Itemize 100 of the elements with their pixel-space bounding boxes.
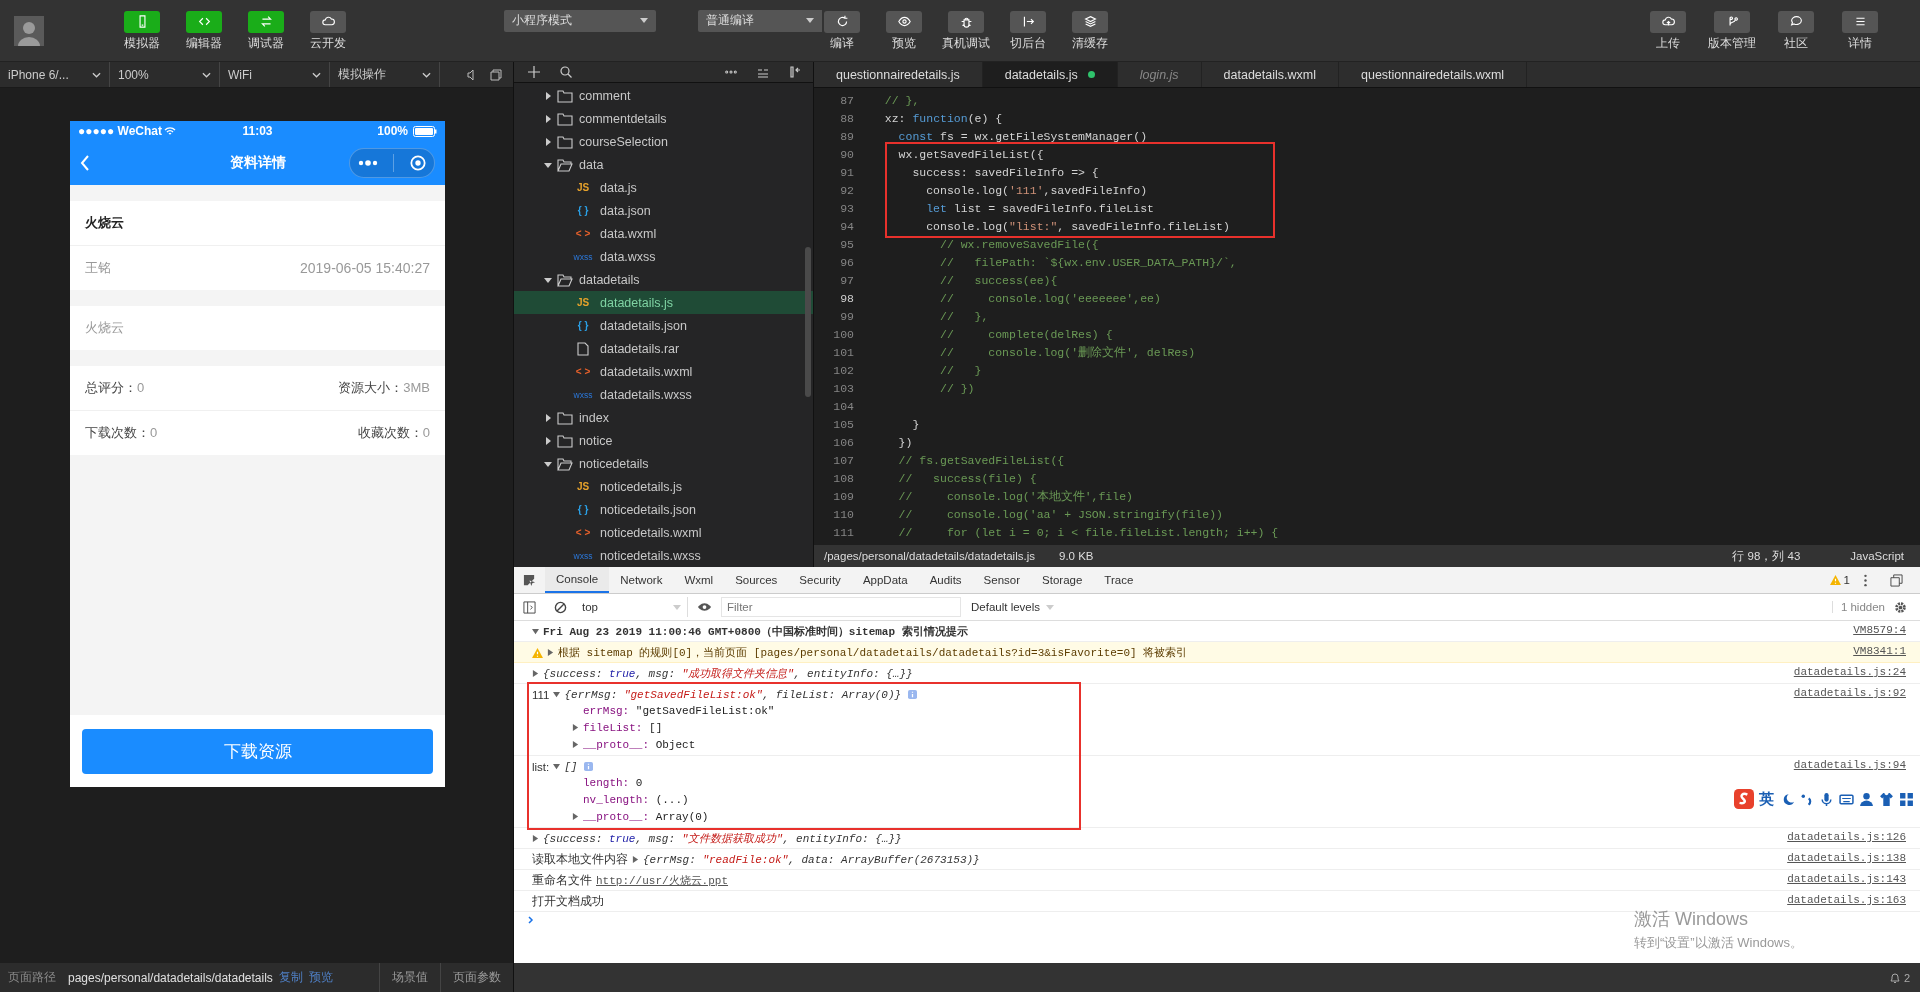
source-link[interactable]: datadetails.js:138 [1787, 852, 1906, 867]
file-item[interactable]: datadetails.rar [514, 337, 813, 360]
object-summary[interactable]: {errMsg: "readFile:ok", data: ArrayBuffer(2673153)} [643, 853, 980, 866]
toolbar-button[interactable] [1714, 10, 1750, 33]
devtools-tab[interactable]: Console [545, 567, 610, 593]
expanded-arrow-icon[interactable] [532, 628, 539, 635]
toggle-button[interactable] [186, 10, 222, 33]
bell-icon[interactable] [1888, 971, 1901, 984]
inspect-icon[interactable] [523, 573, 536, 587]
file-item[interactable]: { } noticedetails.json [514, 498, 813, 521]
filter-field[interactable]: Filter [721, 597, 961, 617]
group-title[interactable]: Fri Aug 23 2019 11:00:46 GMT+0800（中国标准时间）sitemap 索引情况提示 [543, 624, 968, 639]
settings-icon[interactable] [1894, 600, 1907, 614]
compile-select[interactable]: 普通编译 [698, 9, 822, 32]
folder-item[interactable]: commentdetails [514, 107, 813, 130]
microphone-icon[interactable] [1819, 791, 1834, 807]
devtools-tab[interactable]: Sensor [972, 567, 1032, 593]
file-tab[interactable]: questionnairedetails.js [814, 62, 983, 87]
file-item[interactable]: wxss datadetails.wxss [514, 383, 813, 406]
devtools-tab[interactable]: Trace [1093, 567, 1145, 593]
file-item[interactable]: < > datadetails.wxml [514, 360, 813, 383]
collapse-icon[interactable] [757, 66, 769, 78]
toggle-button[interactable] [124, 10, 160, 33]
person-icon[interactable] [1859, 791, 1874, 807]
toggle-button[interactable] [310, 10, 346, 33]
file-tab[interactable]: datadetails.wxml [1201, 62, 1339, 87]
folder-item[interactable]: courseSelection [514, 130, 813, 153]
folder-item[interactable]: index [514, 406, 813, 429]
collapsed-arrow-icon[interactable] [547, 649, 554, 656]
devtools-tab[interactable]: Storage [1031, 567, 1094, 593]
grid-icon[interactable] [1899, 791, 1914, 807]
panel-collapse-icon[interactable] [789, 66, 801, 78]
eye-icon[interactable] [697, 602, 712, 612]
folder-item[interactable]: notice [514, 429, 813, 452]
file-item[interactable]: < > data.wxml [514, 222, 813, 245]
toolbar-button[interactable] [1010, 10, 1046, 33]
expanded-arrow-icon[interactable] [544, 459, 552, 468]
toolbar-button[interactable] [1650, 10, 1686, 33]
avatar-icon[interactable] [14, 15, 44, 46]
toggle-button[interactable] [248, 10, 284, 33]
window-icon[interactable] [490, 68, 502, 81]
toolbar-button[interactable] [1072, 10, 1108, 33]
source-link[interactable]: datadetails.js:163 [1787, 894, 1906, 909]
file-item[interactable]: JS noticedetails.js [514, 475, 813, 498]
object-summary[interactable]: {success: true, msg: "成功取得文件夹信息", entityInfo: {…}} [543, 666, 913, 681]
folder-item[interactable]: data [514, 153, 813, 176]
prompt-icon[interactable] [528, 916, 534, 924]
device-select[interactable]: iPhone 6/... [0, 62, 110, 87]
file-item[interactable]: { } datadetails.json [514, 314, 813, 337]
back-icon[interactable] [80, 155, 90, 171]
context-select[interactable]: top [576, 597, 688, 617]
file-item[interactable]: JS data.js [514, 176, 813, 199]
sidebar-icon[interactable] [523, 600, 536, 614]
toolbar-button[interactable] [824, 10, 860, 33]
source-link[interactable]: datadetails.js:143 [1787, 873, 1906, 888]
device-select[interactable]: 100% [110, 62, 220, 87]
source-link[interactable]: datadetails.js:94 [1793, 759, 1906, 825]
collapsed-arrow-icon[interactable] [544, 413, 552, 422]
object-summary[interactable]: {errMsg: "getSavedFileList:ok", fileList: Array(0)} [564, 688, 902, 701]
expanded-arrow-icon[interactable] [544, 160, 552, 169]
expanded-arrow-icon[interactable] [553, 691, 561, 698]
file-tab[interactable]: login.js [1117, 62, 1202, 87]
collapsed-arrow-icon[interactable] [532, 670, 539, 677]
keyboard-icon[interactable] [1839, 791, 1854, 807]
file-item[interactable]: JS datadetails.js [514, 291, 813, 314]
devtools-tab[interactable]: Sources [724, 567, 789, 593]
collapsed-arrow-icon[interactable] [544, 137, 552, 146]
shirt-icon[interactable] [1879, 791, 1894, 807]
source-link[interactable]: VM8341:1 [1853, 645, 1906, 660]
params-button[interactable]: 页面参数 [440, 963, 513, 992]
source-link[interactable]: datadetails.js:126 [1787, 831, 1906, 846]
object-summary[interactable]: {success: true, msg: "文件数据获取成功", entityInfo: {…}} [543, 831, 902, 846]
logo-icon[interactable] [1734, 789, 1754, 809]
devtools-tab[interactable]: AppData [851, 567, 919, 593]
collapsed-arrow-icon[interactable] [632, 856, 639, 863]
ime-mode[interactable]: 英 [1759, 789, 1774, 809]
scene-button[interactable]: 场景值 [379, 963, 440, 992]
warning-count[interactable]: 1 [1843, 574, 1850, 586]
devtools-tab[interactable]: Security [788, 567, 852, 593]
expanded-arrow-icon[interactable] [544, 275, 552, 284]
file-link[interactable]: http://usr/火烧云.ppt [596, 873, 729, 888]
copy-link[interactable]: 复制 [278, 969, 303, 986]
devtools-tab[interactable]: Audits [918, 567, 973, 593]
devtools-tab[interactable]: Wxml [673, 567, 725, 593]
clear-icon[interactable] [554, 600, 567, 614]
collapsed-arrow-icon[interactable] [544, 91, 552, 100]
device-select[interactable]: 模拟操作 [330, 62, 440, 87]
levels-select[interactable]: Default levels [965, 600, 1061, 614]
file-item[interactable]: { } data.json [514, 199, 813, 222]
mode-select[interactable]: 小程序模式 [504, 9, 656, 32]
collapsed-arrow-icon[interactable] [572, 813, 579, 820]
source-link[interactable]: datadetails.js:24 [1793, 666, 1906, 681]
toolbar-button[interactable] [886, 10, 922, 33]
expanded-arrow-icon[interactable] [553, 763, 561, 770]
collapsed-arrow-icon[interactable] [572, 724, 579, 731]
toolbar-button[interactable] [948, 10, 984, 33]
plus-icon[interactable] [528, 66, 540, 78]
preview-link[interactable]: 预览 [308, 969, 333, 986]
source-link[interactable]: VM8579:4 [1853, 624, 1906, 639]
toolbar-button[interactable] [1842, 10, 1878, 33]
